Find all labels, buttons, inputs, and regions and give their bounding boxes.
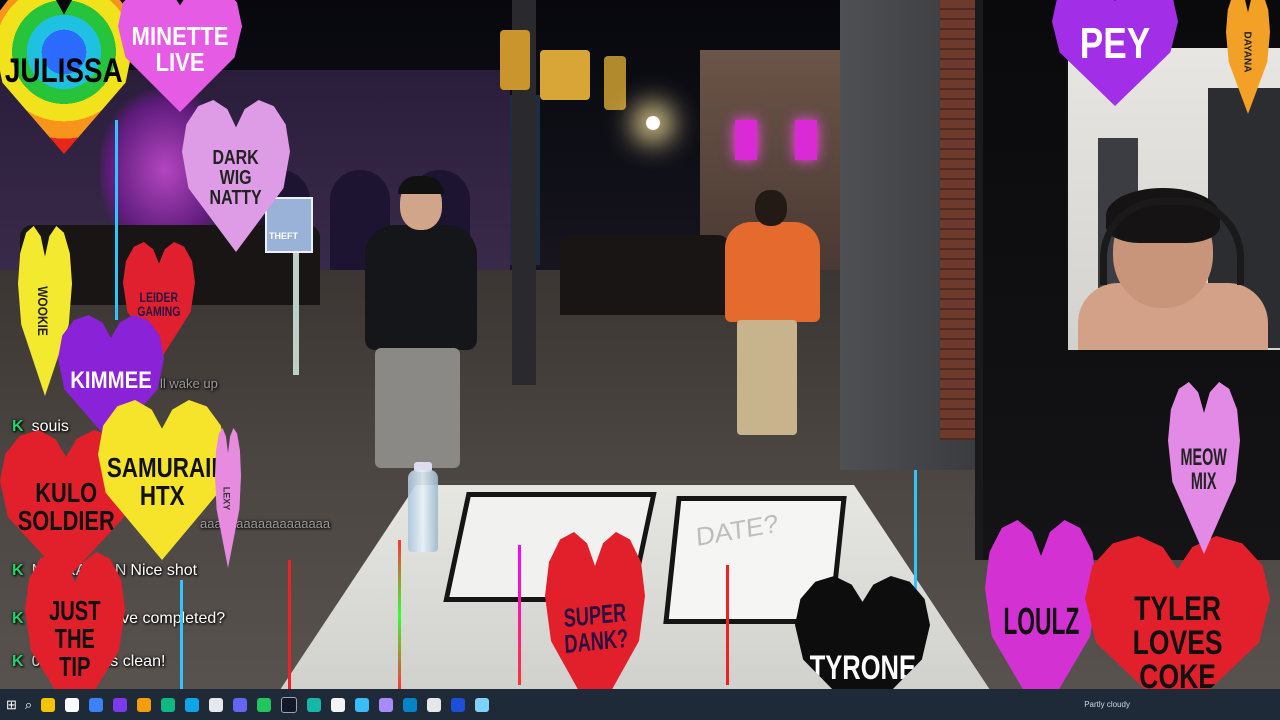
glitch-streak bbox=[726, 565, 729, 685]
crowd bbox=[560, 235, 730, 315]
glitch-streak bbox=[288, 560, 291, 690]
heart-label: WOOKIE bbox=[35, 286, 51, 336]
taskbar-app-icon[interactable] bbox=[185, 697, 200, 712]
traffic-light bbox=[604, 56, 626, 110]
street-sign-text: THEFT bbox=[269, 231, 298, 241]
heart-label: LEXY bbox=[221, 486, 232, 510]
street-sign: THEFT bbox=[265, 197, 313, 253]
chat-ghost-line: ll wake up bbox=[160, 376, 218, 391]
glitch-streak bbox=[914, 470, 917, 590]
windows-taskbar: ⊞ ⌕ Partly cloudy bbox=[0, 689, 1280, 720]
heart-label: JUST THE TIP bbox=[49, 595, 101, 682]
glitch-streak bbox=[115, 120, 118, 320]
glitch-streak bbox=[518, 545, 521, 685]
heart-label: PEY bbox=[1079, 19, 1151, 68]
taskbar-app-icon[interactable] bbox=[451, 697, 466, 712]
whiteboard-text: DATE? bbox=[694, 508, 780, 552]
taskbar-app-icon[interactable] bbox=[281, 696, 298, 713]
kick-icon: K bbox=[12, 562, 24, 579]
traffic-light bbox=[500, 30, 530, 90]
heart-label: MEOW MIX bbox=[1180, 444, 1228, 495]
taskbar-app-icon[interactable] bbox=[161, 697, 176, 712]
taskbar-app-icon[interactable] bbox=[403, 697, 418, 712]
heart-label: MINETTE LIVE bbox=[131, 21, 229, 77]
man-in-black-hoodie bbox=[365, 176, 480, 480]
heart-label: DARK WIG NATTY bbox=[209, 147, 263, 209]
heart-label: LEIDER GAMING bbox=[137, 289, 181, 319]
search-icon[interactable]: ⌕ bbox=[25, 697, 32, 713]
chat-text: Nice shot bbox=[130, 562, 198, 579]
glitch-streak bbox=[180, 580, 183, 690]
heart-label: TYLER LOVES COKE bbox=[1132, 590, 1223, 696]
heart-label: JULISSA bbox=[5, 52, 123, 90]
traffic-light bbox=[540, 50, 590, 100]
taskbar-app-icon[interactable] bbox=[379, 697, 394, 712]
glitch-streak bbox=[398, 540, 401, 690]
taskbar-app-icon[interactable] bbox=[65, 697, 80, 712]
kick-icon: K bbox=[12, 610, 24, 627]
taskbar-app-icon[interactable] bbox=[427, 697, 442, 712]
heart-label: KULO SOLDIER bbox=[17, 477, 115, 536]
heart-label: DAYANA bbox=[1240, 31, 1252, 73]
taskbar-app-icon[interactable] bbox=[355, 697, 370, 712]
kick-icon: K bbox=[12, 418, 24, 435]
taskbar-app-icon[interactable] bbox=[233, 697, 248, 712]
taskbar-app-icon[interactable] bbox=[331, 697, 346, 712]
man-in-orange-jacket bbox=[725, 190, 820, 450]
heart-label: SAMURAII HTX bbox=[106, 452, 218, 511]
kick-icon: K bbox=[12, 653, 24, 670]
sign-pole bbox=[293, 247, 299, 375]
heart-label: SUPER DANK? bbox=[562, 596, 629, 660]
taskbar-app-icon[interactable] bbox=[307, 697, 322, 712]
stream-frame: THEFT DATE? ll wake up aaaaaaaaaaaaaaaaa… bbox=[0, 0, 1280, 720]
taskbar-app-icon[interactable] bbox=[475, 697, 490, 712]
heart-label: LOULZ bbox=[1003, 601, 1079, 643]
taskbar-app-icon[interactable] bbox=[209, 697, 224, 712]
taskbar-app-icon[interactable] bbox=[41, 697, 56, 712]
weather-text[interactable]: Partly cloudy bbox=[1084, 700, 1130, 709]
water-bottle bbox=[408, 470, 438, 552]
heart-label: KIMMEE bbox=[70, 367, 152, 394]
taskbar-app-icon[interactable] bbox=[113, 697, 128, 712]
street-lamp bbox=[646, 116, 660, 130]
taskbar-app-icon[interactable] bbox=[137, 697, 152, 712]
start-icon[interactable]: ⊞ bbox=[6, 697, 17, 713]
heart-label: TYRONE bbox=[809, 649, 916, 687]
taskbar-app-icon[interactable] bbox=[89, 697, 104, 712]
taskbar-app-icon[interactable] bbox=[257, 697, 272, 712]
